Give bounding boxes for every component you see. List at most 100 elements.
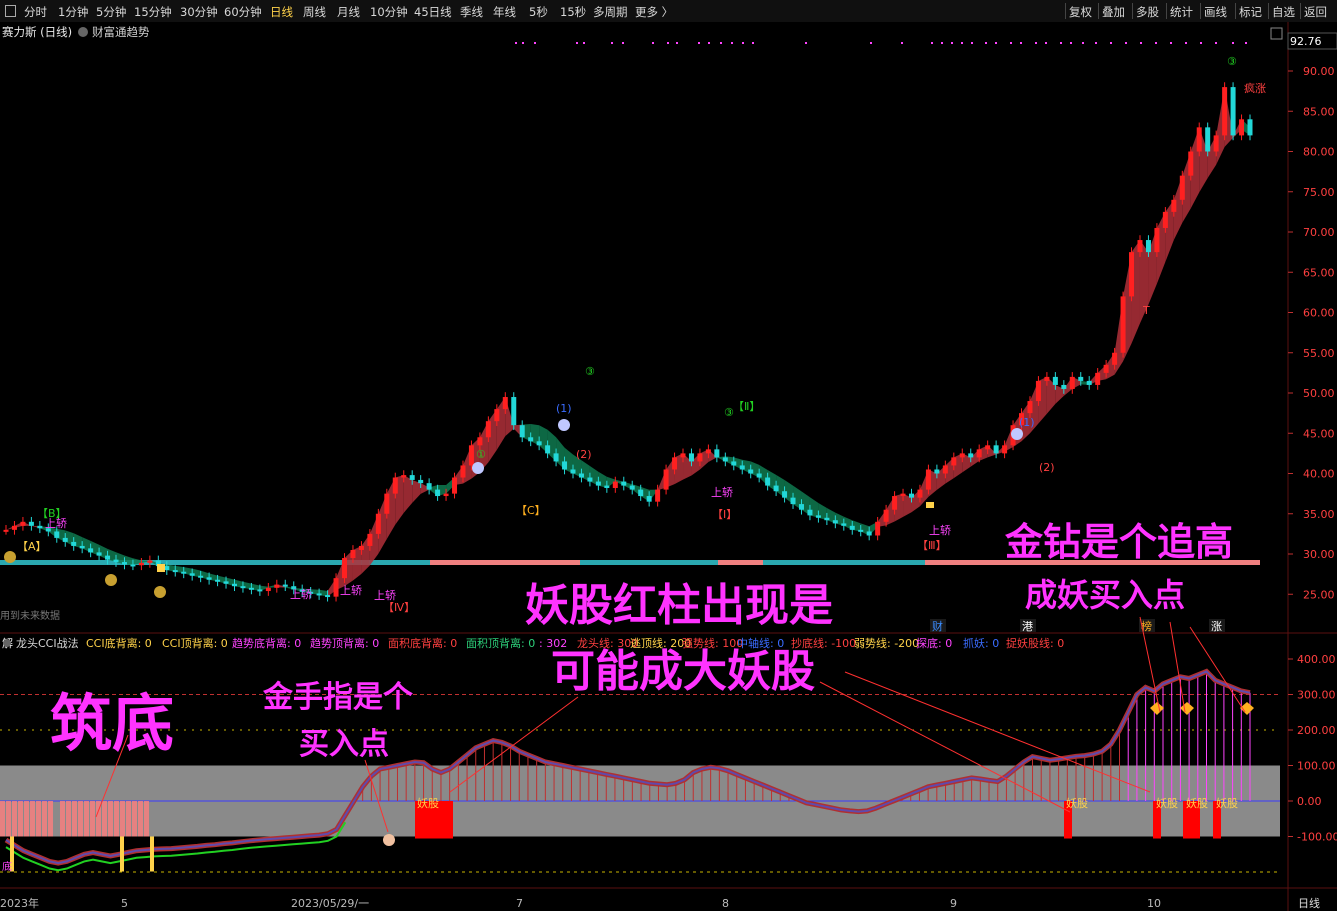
signal-dot bbox=[1095, 42, 1097, 44]
yaogu-label: 妖股 bbox=[1186, 796, 1208, 810]
panel-toggle-icon[interactable] bbox=[5, 5, 16, 17]
candle-body bbox=[595, 481, 601, 486]
tool-6-button[interactable]: 自选 bbox=[1272, 4, 1295, 20]
signal-dot bbox=[1185, 42, 1187, 44]
candle-body bbox=[172, 570, 178, 573]
candle-body bbox=[782, 491, 788, 498]
cci-legend-13: 弱势线: -200 bbox=[854, 636, 919, 650]
period-13-button[interactable]: 5秒 bbox=[529, 4, 548, 20]
cci-settings-icon[interactable] bbox=[3, 639, 11, 647]
period-3-button[interactable]: 15分钟 bbox=[134, 4, 172, 20]
cci-tick-label: 300.00 bbox=[1297, 689, 1336, 702]
candle-body bbox=[672, 457, 678, 470]
period-14-button[interactable]: 15秒 bbox=[560, 4, 586, 20]
candle-body bbox=[62, 537, 68, 542]
period-9-button[interactable]: 10分钟 bbox=[370, 4, 408, 20]
tool-2-button[interactable]: 多股 bbox=[1136, 4, 1159, 20]
tool-7-button[interactable]: 返回 bbox=[1304, 4, 1327, 20]
cci-bottom-bar bbox=[66, 801, 71, 837]
chart-marker-A: 【A】 bbox=[17, 540, 47, 553]
cci-bottom-bar bbox=[132, 801, 137, 837]
cci-bottom-bar bbox=[0, 801, 5, 837]
xaxis-label: 2023年 bbox=[0, 896, 39, 910]
candle-body bbox=[866, 531, 872, 536]
signal-dot bbox=[576, 42, 578, 44]
candle-body bbox=[697, 453, 703, 462]
candle-body bbox=[1061, 384, 1067, 389]
cci-legend-16: 捉妖股线: 0 bbox=[1006, 636, 1064, 650]
candle-body bbox=[1137, 240, 1143, 253]
candle-body bbox=[908, 493, 914, 498]
cci-legend-2: CCI顶背离: 0 bbox=[162, 636, 228, 650]
price-tick-label: 55.00 bbox=[1303, 347, 1335, 360]
cci-tick-label: 400.00 bbox=[1297, 653, 1336, 666]
toolbar-divider bbox=[1268, 3, 1269, 19]
candle-body bbox=[502, 397, 508, 410]
signal-dot bbox=[1010, 42, 1012, 44]
signal-dot bbox=[742, 42, 744, 44]
price-tick-label: 80.00 bbox=[1303, 146, 1335, 159]
cci-legend-0: 龙头CCI战法 bbox=[16, 636, 79, 650]
candle-body bbox=[316, 593, 322, 596]
candle-body bbox=[375, 513, 381, 534]
period-11-button[interactable]: 季线 bbox=[460, 4, 483, 20]
cci-bottom-bar bbox=[108, 801, 113, 837]
period-5-button[interactable]: 60分钟 bbox=[224, 4, 262, 20]
period-8-button[interactable]: 月线 bbox=[337, 4, 360, 20]
candle-body bbox=[942, 465, 948, 474]
price-tick-label: 35.00 bbox=[1303, 508, 1335, 521]
period-10-button[interactable]: 45日线 bbox=[414, 4, 452, 20]
cci-bottom-bar bbox=[60, 801, 65, 837]
period-0-button[interactable]: 分时 bbox=[24, 4, 47, 20]
period-1-button[interactable]: 1分钟 bbox=[58, 4, 88, 20]
tool-3-button[interactable]: 统计 bbox=[1170, 4, 1193, 20]
signal-dot bbox=[708, 42, 710, 44]
bottom-tag-0: 财 bbox=[932, 619, 943, 633]
price-tick-label: 60.00 bbox=[1303, 307, 1335, 320]
annotation-zhudi: 筑底 bbox=[50, 687, 174, 760]
candle-body bbox=[629, 485, 635, 490]
candle-body bbox=[130, 564, 136, 567]
cci-bottom-bar bbox=[24, 801, 29, 837]
candle-body bbox=[37, 525, 43, 529]
tool-5-button[interactable]: 标记 bbox=[1239, 4, 1262, 20]
candle-body bbox=[443, 493, 449, 497]
main-chart-title: 赛力斯 (日线) bbox=[2, 25, 72, 39]
candle-body bbox=[494, 409, 500, 422]
tool-0-button[interactable]: 复权 bbox=[1069, 4, 1092, 20]
candle-body bbox=[528, 437, 534, 442]
signal-square bbox=[926, 502, 934, 508]
period-15-button[interactable]: 多周期 bbox=[593, 4, 628, 20]
candle-body bbox=[951, 457, 957, 466]
candle-body bbox=[181, 571, 187, 574]
candle-body bbox=[1112, 352, 1118, 365]
period-toolbar: 分时 1分钟 5分钟 15分钟 30分钟 60分钟 日线 周线 月线 10分钟 45日线 季线 年线 5秒… bbox=[0, 0, 1337, 23]
period-7-button[interactable]: 周线 bbox=[303, 4, 326, 20]
signal-dot bbox=[1045, 42, 1047, 44]
period-6-button[interactable]: 日线 bbox=[270, 4, 293, 20]
candle-body bbox=[1239, 119, 1245, 136]
candle-body bbox=[1188, 151, 1194, 176]
candle-body bbox=[1162, 211, 1168, 228]
candle-body bbox=[875, 521, 881, 536]
candle-body bbox=[113, 559, 119, 563]
period-12-button[interactable]: 年线 bbox=[493, 4, 516, 20]
yaogu-label: 妖股 bbox=[417, 796, 439, 810]
tool-1-button[interactable]: 叠加 bbox=[1102, 4, 1125, 20]
toolbar-divider bbox=[1132, 3, 1133, 19]
signal-dot bbox=[1140, 42, 1142, 44]
tool-4-button[interactable]: 画线 bbox=[1204, 4, 1227, 20]
cci-bottom-bar bbox=[114, 801, 119, 837]
period-16-button[interactable]: 更多 〉 bbox=[635, 4, 673, 20]
dropdown-icon[interactable] bbox=[78, 27, 88, 37]
price-tick-label: 30.00 bbox=[1303, 548, 1335, 561]
chart-marker-par1: (1) bbox=[1019, 416, 1035, 429]
candle-body bbox=[1027, 401, 1033, 414]
signal-dot bbox=[522, 42, 524, 44]
candle-body bbox=[164, 566, 170, 571]
candle-body bbox=[1086, 380, 1092, 385]
period-4-button[interactable]: 30分钟 bbox=[180, 4, 218, 20]
candle-body bbox=[88, 548, 94, 553]
period-2-button[interactable]: 5分钟 bbox=[96, 4, 126, 20]
candle-body bbox=[325, 595, 331, 598]
